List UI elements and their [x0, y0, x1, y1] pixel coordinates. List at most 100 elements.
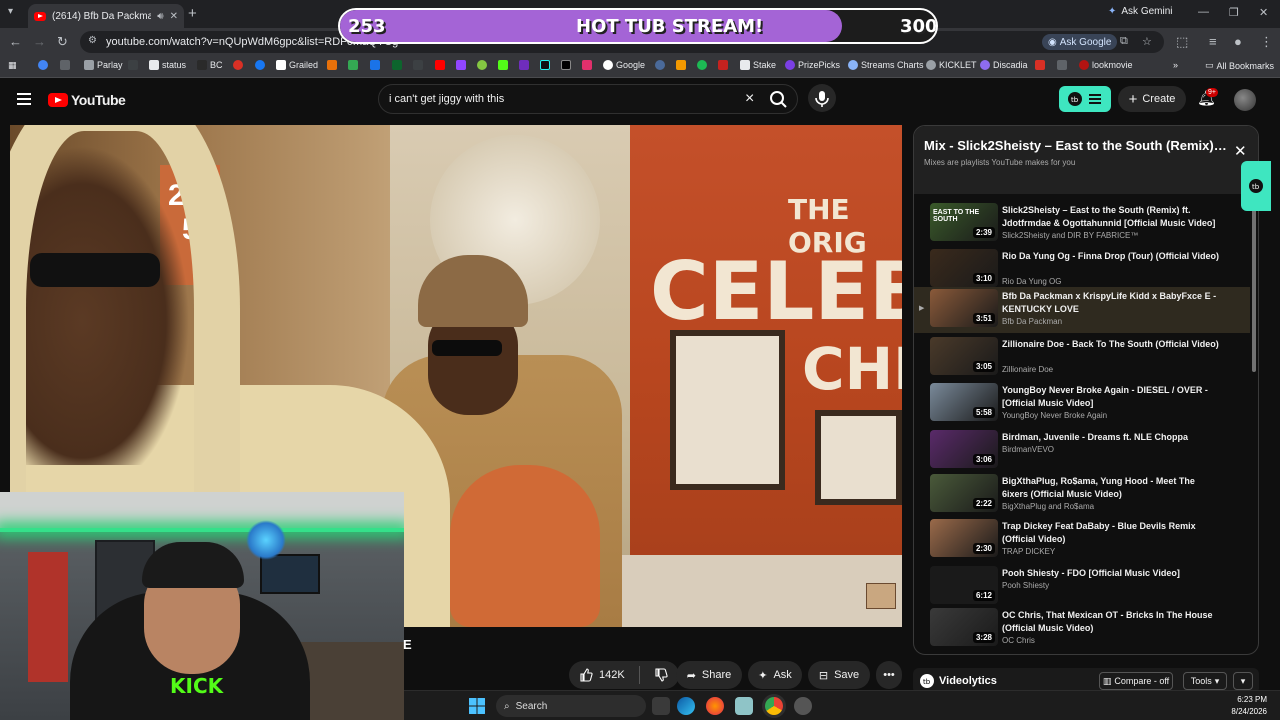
playlist-item[interactable]: EAST TO THE SOUTH 2:39 Slick2Sheisty – Eas…: [914, 201, 1250, 245]
playlist-item[interactable]: 3:05 Zillionaire Doe - Back To The South …: [914, 335, 1250, 379]
video-title[interactable]: Slick2Sheisty – East to the South (Remix…: [1002, 204, 1222, 230]
close-playlist-icon[interactable]: ✕: [1234, 142, 1247, 160]
video-title[interactable]: BigXthaPlug, Ro$ama, Yung Hood - Meet Th…: [1002, 475, 1222, 501]
thumbs-down-icon[interactable]: [654, 668, 668, 682]
bookmark-facebook-icon[interactable]: [255, 60, 265, 70]
search-icon[interactable]: [767, 88, 791, 110]
video-title[interactable]: Bfb Da Packman x KrispyLife Kidd x BabyF…: [1002, 290, 1222, 316]
all-bookmarks[interactable]: ▭ All Bookmarks: [1205, 60, 1274, 71]
video-thumbnail[interactable]: 2:30: [930, 519, 998, 557]
bookmark-teal-icon[interactable]: [348, 60, 358, 70]
share-button[interactable]: ➦ Share: [676, 661, 742, 689]
microphone-icon[interactable]: [808, 84, 836, 112]
save-button[interactable]: ⊟ Save: [808, 661, 870, 689]
bookmark-streams-charts[interactable]: Streams Charts: [848, 60, 924, 70]
video-thumbnail[interactable]: 3:51: [930, 289, 998, 327]
settings-gear-icon[interactable]: [794, 697, 812, 715]
reading-list-icon[interactable]: ≡: [1209, 34, 1217, 49]
video-title[interactable]: Pooh Shiesty - FDO [Official Music Video…: [1002, 567, 1222, 580]
bookmark-kicklet[interactable]: KICKLET: [926, 60, 977, 70]
back-icon[interactable]: ←: [9, 34, 22, 49]
bookmark-rumble-icon[interactable]: [477, 60, 487, 70]
profile-icon[interactable]: ●: [1234, 34, 1242, 49]
maximize-icon[interactable]: ❐: [1229, 6, 1239, 19]
chrome-taskbar-icon[interactable]: [765, 697, 783, 715]
channel-name[interactable]: BirdmanVEVO: [1002, 445, 1054, 454]
channel-name[interactable]: Bfb Da Packman: [1002, 317, 1062, 326]
bookmark-tab-icon[interactable]: [60, 60, 70, 70]
playlist-item[interactable]: 6:12 Pooh Shiesty - FDO [Official Music V…: [914, 564, 1250, 608]
channel-name[interactable]: YoungBoy Never Broke Again: [1002, 411, 1107, 420]
bookmark-lookmovie[interactable]: lookmovie: [1079, 60, 1133, 70]
tab-search-chevron-icon[interactable]: ▾: [8, 6, 13, 17]
collapse-button[interactable]: ▾: [1233, 672, 1253, 690]
system-clock[interactable]: 6:23 PM 8/24/2026: [1219, 694, 1267, 718]
playlist-title[interactable]: Mix - Slick2Sheisty – East to the South …: [924, 138, 1229, 153]
bookmark-stake[interactable]: Stake: [740, 60, 776, 70]
playlist-item[interactable]: 3:28 OC Chris, That Mexican OT - Bricks I…: [914, 606, 1250, 650]
bookmark-youtube-icon[interactable]: [435, 60, 445, 70]
taskbar-search-box[interactable]: ⌕ Search: [496, 695, 646, 717]
bookmark-tiktok-icon[interactable]: [540, 60, 550, 70]
videolytics-extension-button[interactable]: tb: [1059, 86, 1111, 112]
bookmark-purple-icon[interactable]: [519, 60, 529, 70]
forward-icon[interactable]: →: [33, 34, 46, 49]
bookmark-orange-icon[interactable]: [676, 60, 686, 70]
minimize-icon[interactable]: —: [1198, 6, 1209, 18]
playlist-item[interactable]: 3:06 Birdman, Juvenile - Dreams ft. NLE C…: [914, 428, 1250, 472]
video-thumbnail[interactable]: 5:58: [930, 383, 998, 421]
video-thumbnail[interactable]: 3:05: [930, 337, 998, 375]
bookmark-chart-icon[interactable]: [718, 60, 728, 70]
channel-name[interactable]: Rio Da Yung OG: [1002, 277, 1061, 286]
bookmark-x-icon[interactable]: [128, 60, 138, 70]
bookmark-dark-icon[interactable]: [413, 60, 423, 70]
playlist-item[interactable]: 2:30 Trap Dickey Feat DaBaby - Blue Devil…: [914, 517, 1250, 561]
bookmark-h-icon[interactable]: [392, 60, 402, 70]
create-button[interactable]: + Create: [1118, 86, 1186, 112]
bookmark-red-icon[interactable]: [233, 60, 243, 70]
bookmark-spotify-icon[interactable]: [697, 60, 707, 70]
playlist-item[interactable]: 5:58 YoungBoy Never Broke Again - DIESEL …: [914, 381, 1250, 425]
notepad-icon[interactable]: [735, 697, 753, 715]
video-thumbnail[interactable]: 3:10: [930, 249, 998, 287]
tab-close-icon[interactable]: ✕: [170, 11, 178, 22]
bookmark-prizepicks[interactable]: PrizePicks: [785, 60, 840, 70]
playlist-scrollbar[interactable]: [1252, 202, 1256, 372]
channel-name[interactable]: Pooh Shiesty: [1002, 581, 1049, 590]
compare-toggle-button[interactable]: ▥ Compare - off: [1099, 672, 1173, 690]
bookmark-grailed[interactable]: Grailed: [276, 60, 318, 70]
video-thumbnail[interactable]: EAST TO THE SOUTH 2:39: [930, 203, 998, 241]
videolytics-side-tab[interactable]: tb: [1241, 161, 1271, 211]
install-app-icon[interactable]: ⧉: [1120, 35, 1128, 48]
bookmark-chrome-icon[interactable]: [38, 60, 48, 70]
video-thumbnail[interactable]: 3:06: [930, 430, 998, 468]
channel-name[interactable]: BigXthaPlug and Ro$ama: [1002, 502, 1094, 511]
bookmark-grid-icon[interactable]: [1057, 60, 1067, 70]
bookmark-instagram-icon[interactable]: [582, 60, 592, 70]
edge-icon[interactable]: [677, 697, 695, 715]
account-avatar[interactable]: [1234, 89, 1256, 111]
video-thumbnail[interactable]: 6:12: [930, 566, 998, 604]
channel-name[interactable]: Slick2Sheisty and DIR BY FABRICE™: [1002, 231, 1138, 240]
bookmark-s-red-icon[interactable]: [1035, 60, 1045, 70]
hamburger-menu-icon[interactable]: [17, 93, 31, 105]
clear-search-icon[interactable]: ×: [745, 90, 754, 108]
windows-start-icon[interactable]: [468, 697, 486, 715]
bookmark-x-twitter-icon[interactable]: [561, 60, 571, 70]
bookmark-discadia[interactable]: Discadia: [980, 60, 1028, 70]
firefox-icon[interactable]: [706, 697, 724, 715]
window-close-icon[interactable]: ✕: [1259, 6, 1268, 19]
channel-name[interactable]: Zillionaire Doe: [1002, 365, 1053, 374]
youtube-logo[interactable]: YouTube: [48, 92, 126, 108]
reload-icon[interactable]: ↻: [57, 34, 68, 50]
site-info-icon[interactable]: ⚙︎: [88, 35, 97, 46]
chrome-menu-icon[interactable]: ⋮: [1260, 34, 1273, 50]
video-title[interactable]: Zillionaire Doe - Back To The South (Off…: [1002, 338, 1222, 351]
more-actions-button[interactable]: •••: [876, 661, 902, 689]
bookmarks-overflow-icon[interactable]: »: [1173, 60, 1178, 70]
bookmark-bc[interactable]: BC: [197, 60, 223, 70]
channel-name[interactable]: TRAP DICKEY: [1002, 547, 1055, 556]
ask-gemini-button[interactable]: ✦ Ask Gemini: [1108, 6, 1173, 17]
bookmark-steam-icon[interactable]: [655, 60, 665, 70]
extensions-icon[interactable]: ⬚: [1176, 34, 1188, 50]
